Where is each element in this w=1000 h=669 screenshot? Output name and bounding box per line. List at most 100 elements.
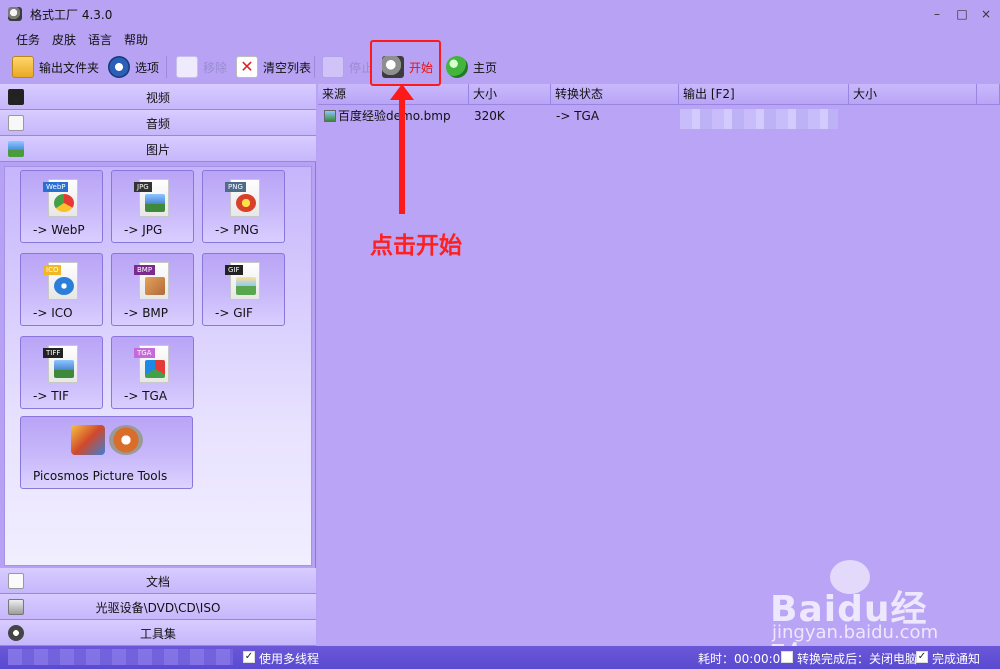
format-ico-label: -> ICO [33,306,73,320]
jpg-icon: JPG [134,179,169,217]
category-video[interactable]: 视频 [0,84,316,110]
tga-icon: TGA [134,345,169,383]
format-webp-label: -> WebP [33,223,85,237]
category-document-label: 文档 [145,575,170,589]
clear-list-label: 清空列表 [263,60,312,75]
menu-language[interactable]: 语言 [88,31,112,48]
column-output[interactable]: 输出 [F2] [679,84,849,105]
watermark-sub: jingyan.baidu.com [772,622,939,643]
minimize-button[interactable]: – [928,6,946,22]
app-icon [8,7,22,21]
png-icon: PNG [225,179,260,217]
format-bmp-label: -> BMP [124,306,169,320]
format-bmp-button[interactable]: BMP -> BMP [111,253,194,326]
category-panel: 视频 音频 图片 WebP -> WebP JPG -> JPG PNG -> … [0,84,316,646]
output-path-blurred [680,109,838,129]
png-tag: PNG [225,182,246,192]
category-tools[interactable]: 工具集 [0,620,316,646]
annotation-text: 点击开始 [370,233,462,259]
menu-skin[interactable]: 皮肤 [52,31,76,48]
status-bar: ✓ 使用多线程 耗时：00:00:00 转换完成后：关闭电脑 ✓ 完成通知 [0,646,1000,669]
format-png-button[interactable]: PNG -> PNG [202,170,285,243]
format-gif-button[interactable]: GIF -> GIF [202,253,285,326]
picosmos-tools-button[interactable]: Picosmos Picture Tools [20,416,193,489]
category-rom-label: 光驱设备\DVD\CD\ISO [95,601,221,615]
taskbar-blur [8,649,233,665]
picosmos-label: Picosmos Picture Tools [33,469,168,483]
start-highlight-box [370,40,441,86]
bmp-icon: BMP [134,262,169,300]
maximize-button[interactable]: □ [953,6,971,22]
folder-icon [12,56,34,78]
webp-icon: WebP [43,179,78,217]
tga-tag: TGA [134,348,155,358]
close-button[interactable]: × [977,6,995,22]
multithread-checkbox[interactable]: ✓ [243,651,255,663]
toolbar-separator [166,56,167,78]
tif-tag: TIFF [43,348,64,358]
output-folder-label: 输出文件夹 [39,60,100,75]
ico-tag: ICO [43,265,62,275]
format-ico-button[interactable]: ICO -> ICO [20,253,103,326]
format-tga-button[interactable]: TGA -> TGA [111,336,194,409]
ico-icon: ICO [43,262,78,300]
elapsed-time: 耗时：00:00:00 [698,652,788,666]
options-label: 选项 [135,60,160,75]
category-audio-label: 音频 [145,117,170,131]
category-picture[interactable]: 图片 [0,136,316,162]
title-bar: 格式工厂 4.3.0 – □ × [0,0,1000,28]
home-button[interactable]: 主页 [446,52,497,82]
category-picture-label: 图片 [145,143,170,157]
menu-help[interactable]: 帮助 [124,31,148,48]
home-label: 主页 [473,60,498,75]
format-tga-label: -> TGA [124,389,168,403]
column-status[interactable]: 转换状态 [551,84,679,105]
notify-checkbox[interactable]: ✓ [916,651,928,663]
category-video-label: 视频 [145,91,170,105]
gear-icon [108,56,130,78]
format-jpg-label: -> JPG [124,223,163,237]
multithread-label: 使用多线程 [259,652,320,666]
format-webp-button[interactable]: WebP -> WebP [20,170,103,243]
column-size[interactable]: 大小 [469,84,551,105]
stop-button[interactable]: 停止 [322,52,373,82]
tif-icon: TIFF [43,345,78,383]
gif-tag: GIF [225,265,243,275]
format-png-label: -> PNG [215,223,259,237]
gif-icon: GIF [225,262,260,300]
options-button[interactable]: 选项 [108,52,159,82]
category-rom[interactable]: 光驱设备\DVD\CD\ISO [0,594,316,620]
picture-format-area: WebP -> WebP JPG -> JPG PNG -> PNG ICO -… [4,166,312,566]
column-output-size[interactable]: 大小 [849,84,977,105]
toolbar: 输出文件夹 选项 移除 ✕ 清空列表 停止 开始 主页 [0,50,1000,84]
picosmos-eye-icon [71,425,105,455]
after-convert-checkbox[interactable] [781,651,793,663]
baidu-watermark: Baidu经验 jingyan.baidu.com [760,560,960,669]
remove-icon [176,56,198,78]
notify-label: 完成通知 [932,652,981,666]
row-size: 320K [474,109,505,123]
globe-icon [446,56,468,78]
format-gif-label: -> GIF [215,306,253,320]
format-tif-button[interactable]: TIFF -> TIF [20,336,103,409]
picosmos-gear-icon [109,425,143,455]
jpg-tag: JPG [134,182,152,192]
format-jpg-button[interactable]: JPG -> JPG [111,170,194,243]
menu-task[interactable]: 任务 [16,31,40,48]
window-title: 格式工厂 4.3.0 [30,7,113,22]
category-audio[interactable]: 音频 [0,110,316,136]
stop-icon [322,56,344,78]
after-convert-label: 转换完成后：关闭电脑 [797,652,918,666]
row-status: -> TGA [556,109,600,123]
clear-list-button[interactable]: ✕ 清空列表 [236,52,311,82]
bmp-tag: BMP [134,265,156,275]
output-folder-button[interactable]: 输出文件夹 [12,52,99,82]
clear-list-icon: ✕ [236,56,258,78]
format-tif-label: -> TIF [33,389,69,403]
annotation-arrow [390,84,414,214]
menu-bar: 任务 皮肤 语言 帮助 [0,28,1000,50]
webp-tag: WebP [43,182,69,192]
remove-label: 移除 [203,60,228,75]
category-document[interactable]: 文档 [0,568,316,594]
remove-button[interactable]: 移除 [176,52,227,82]
